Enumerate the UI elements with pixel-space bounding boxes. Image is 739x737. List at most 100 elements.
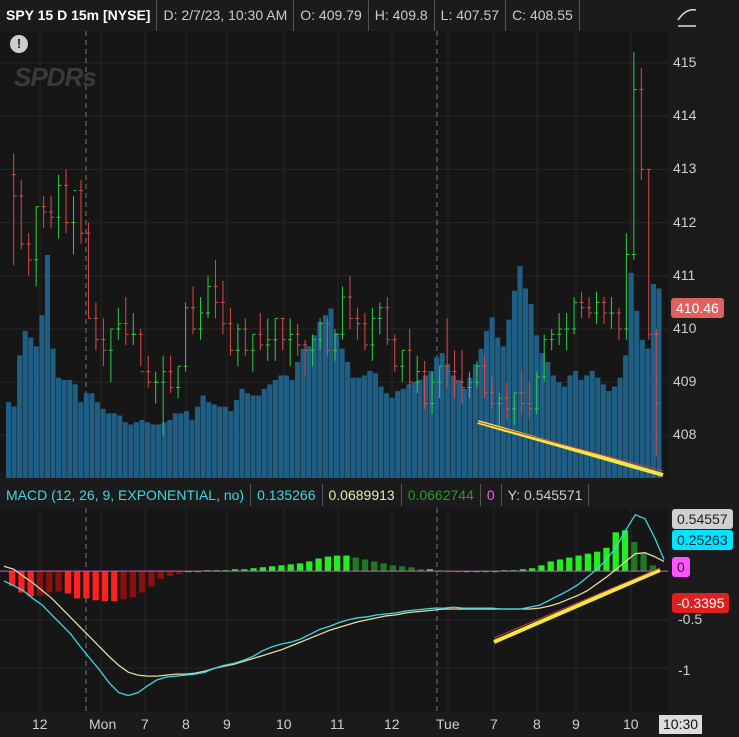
volume-bar [550, 375, 556, 478]
macd-value: 0.135266 [251, 484, 323, 506]
volume-bar [228, 411, 234, 478]
volume-bar [523, 288, 529, 478]
low-label: L: 407.57 [435, 0, 507, 31]
macd-histogram-bar [343, 555, 350, 572]
macd-histogram-bar [278, 565, 285, 572]
volume-bar [39, 315, 45, 478]
macd-tick: -1 [678, 662, 691, 678]
macd-panel[interactable] [0, 508, 668, 712]
volume-bar [645, 348, 651, 478]
drawing-tool-icon[interactable] [676, 6, 698, 28]
volume-bar [384, 393, 390, 478]
macd-min-label: -0.3395 [672, 593, 730, 613]
macd-histogram-bar [612, 532, 619, 572]
volume-bar [434, 357, 440, 478]
volume-bar [183, 411, 189, 478]
macd-header: MACD (12, 26, 9, EXPONENTIAL, no) 0.1352… [0, 483, 672, 507]
volume-bar [428, 370, 434, 478]
volume-bar [456, 379, 462, 478]
volume-bar [139, 420, 145, 478]
volume-bar [561, 386, 567, 478]
volume-bar [439, 353, 445, 478]
high-label: H: 409.8 [369, 0, 435, 31]
price-axis[interactable]: 415 414 413 412 411 410 409 408 410.46 [668, 31, 739, 478]
macd-cursor-value: Y: 0.545571 [502, 484, 590, 506]
volume-bar [478, 348, 484, 478]
price-panel[interactable] [0, 31, 668, 478]
volume-bar [94, 402, 101, 478]
time-axis[interactable]: 12 Mon 7 8 9 10 11 12 Tue 7 8 9 10 10:30 [0, 712, 739, 737]
time-label: 7 [490, 716, 498, 732]
volume-bar [656, 288, 662, 478]
macd-histogram-bar [287, 564, 294, 572]
volume-bar [545, 362, 551, 478]
volume-bar [417, 379, 423, 478]
macd-histogram-bar [334, 555, 341, 572]
macd-axis[interactable]: 0.54557 0.25263 0 -0.3395 -0.5 -1 [668, 508, 739, 712]
macd-histogram-bar [166, 571, 174, 576]
macd-value-label: 0.25263 [672, 530, 733, 550]
volume-bar [250, 395, 256, 478]
chart-header: SPY 15 D 15m [NYSE] D: 2/7/23, 10:30 AM … [0, 0, 672, 31]
volume-bar [267, 384, 273, 478]
volume-bar [400, 388, 406, 478]
price-tick: 414 [673, 107, 697, 124]
volume-bar [445, 364, 451, 478]
macd-histogram-bar [566, 557, 573, 572]
volume-bar [22, 330, 28, 478]
price-chart-svg [0, 31, 668, 478]
time-label: 8 [533, 716, 541, 732]
macd-trendline [493, 568, 661, 644]
macd-histogram-bar [547, 561, 554, 572]
volume-bar [222, 406, 228, 478]
volume-bar [172, 413, 178, 478]
volume-bar [89, 393, 95, 478]
volume-bar [256, 395, 262, 478]
open-label: O: 409.79 [294, 0, 369, 31]
volume-bar [133, 422, 139, 478]
volume-bar [361, 375, 367, 478]
macd-study-label[interactable]: MACD (12, 26, 9, EXPONENTIAL, no) [0, 484, 252, 506]
volume-bar [356, 377, 362, 478]
macd-histogram-bar [296, 563, 304, 572]
macd-histogram-bar [120, 571, 127, 600]
time-label: 10 [276, 716, 292, 732]
macd-histogram-bar [157, 571, 164, 579]
symbol-label[interactable]: SPY 15 D 15m [NYSE] [0, 0, 158, 31]
volume-bar [195, 406, 201, 478]
volume-bar [422, 375, 429, 478]
volume-bar [144, 422, 151, 478]
macd-histogram-bar [92, 571, 99, 601]
volume-bar [556, 382, 562, 478]
macd-histogram-bar [399, 566, 406, 572]
volume-bar [283, 375, 290, 478]
volume-bar [328, 308, 334, 478]
macd-histogram-bar [306, 561, 313, 572]
volume-bar [156, 424, 162, 478]
price-tick: 412 [673, 213, 697, 230]
volume-bar [339, 348, 345, 478]
volume-bar [567, 375, 573, 478]
macd-histogram-bar [129, 571, 136, 598]
volume-bar [406, 384, 412, 478]
volume-bar [650, 283, 656, 478]
volume-bar [200, 395, 206, 478]
volume-bar [217, 406, 223, 478]
price-tick: 415 [673, 53, 697, 70]
volume-bar [167, 420, 173, 478]
macd-avg: 0.0689913 [323, 484, 402, 506]
macd-histogram-bar [361, 559, 369, 572]
volume-bar [584, 375, 590, 478]
macd-histogram-bar [371, 561, 378, 572]
volume-bar [161, 422, 167, 478]
volume-bar [272, 379, 278, 478]
volume-bar [350, 377, 356, 478]
volume-bar [639, 339, 645, 478]
volume-bar [345, 362, 351, 478]
volume-bar [500, 346, 506, 478]
volume-bar [28, 337, 34, 478]
volume-bar [589, 370, 595, 478]
volume-bar [11, 406, 17, 478]
time-label: Mon [89, 716, 117, 732]
alert-icon[interactable]: ! [10, 35, 28, 53]
